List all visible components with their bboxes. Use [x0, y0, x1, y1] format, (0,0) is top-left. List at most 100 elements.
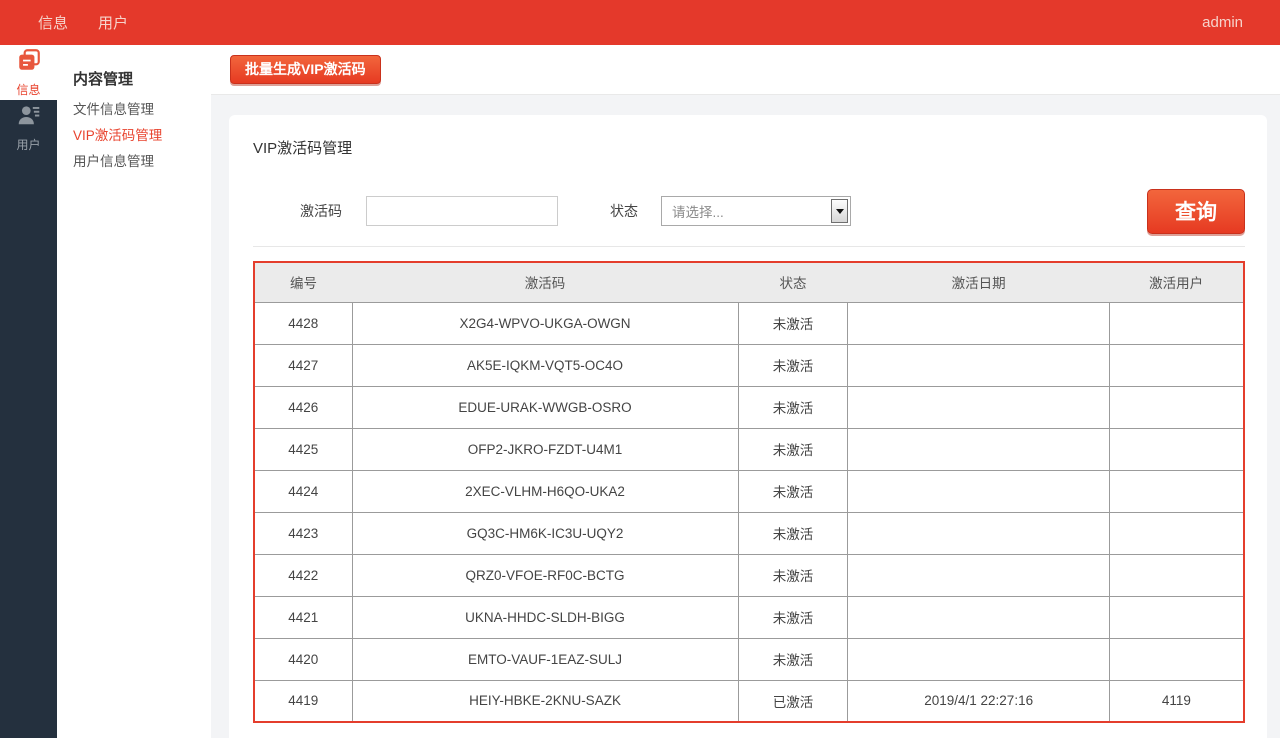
cell-status: 未激活	[738, 302, 848, 344]
cell-id: 4427	[254, 344, 352, 386]
cell-code: AK5E-IQKM-VQT5-OC4O	[352, 344, 738, 386]
cell-user	[1109, 470, 1244, 512]
cell-user: 4119	[1109, 680, 1244, 722]
icon-sidebar: 信息 用户	[0, 45, 57, 738]
documents-icon	[16, 47, 42, 78]
table-row: 4419HEIY-HBKE-2KNU-SAZK已激活2019/4/1 22:27…	[254, 680, 1244, 722]
main-content: VIP激活码管理 激活码 状态 请选择... 查询 编号激活码状态激活日期激活	[211, 95, 1280, 738]
cell-status: 未激活	[738, 428, 848, 470]
table-row: 4426EDUE-URAK-WWGB-OSRO未激活	[254, 386, 1244, 428]
filter-row: 激活码 状态 请选择... 查询	[253, 188, 1245, 234]
status-filter-label: 状态	[610, 201, 638, 221]
rail-item-label: 信息	[16, 81, 40, 98]
action-bar: 批量生成VIP激活码	[211, 45, 1280, 95]
cell-user	[1109, 344, 1244, 386]
column-header-id: 编号	[254, 262, 352, 302]
rail-item-label: 用户	[16, 136, 40, 153]
column-header-status: 状态	[738, 262, 848, 302]
cell-code: EMTO-VAUF-1EAZ-SULJ	[352, 638, 738, 680]
cell-id: 4422	[254, 554, 352, 596]
table-row: 4422QRZ0-VFOE-RF0C-BCTG未激活	[254, 554, 1244, 596]
cell-date	[848, 470, 1109, 512]
app-body: 信息 用户 内容管理 文件信息管理 VIP激活码管理 用户信息管理 批量生成VI…	[0, 45, 1280, 738]
cell-id: 4428	[254, 302, 352, 344]
table-row: 4427AK5E-IQKM-VQT5-OC4O未激活	[254, 344, 1244, 386]
cell-user	[1109, 512, 1244, 554]
column-header-date: 激活日期	[848, 262, 1109, 302]
table-row: 4425OFP2-JKRO-FZDT-U4M1未激活	[254, 428, 1244, 470]
cell-status: 未激活	[738, 344, 848, 386]
cell-status: 未激活	[738, 596, 848, 638]
cell-id: 4421	[254, 596, 352, 638]
cell-date	[848, 512, 1109, 554]
cell-status: 未激活	[738, 554, 848, 596]
table-header-row: 编号激活码状态激活日期激活用户	[254, 262, 1244, 302]
topbar: 信息 用户 admin	[0, 0, 1280, 45]
cell-id: 4423	[254, 512, 352, 554]
cell-user	[1109, 386, 1244, 428]
cell-user	[1109, 638, 1244, 680]
divider	[253, 246, 1245, 247]
cell-user	[1109, 596, 1244, 638]
cell-id: 4424	[254, 470, 352, 512]
cell-date: 2019/4/1 22:27:16	[848, 680, 1109, 722]
cell-date	[848, 302, 1109, 344]
cell-date	[848, 386, 1109, 428]
cell-date	[848, 344, 1109, 386]
cell-code: HEIY-HBKE-2KNU-SAZK	[352, 680, 738, 722]
table-row: 4420EMTO-VAUF-1EAZ-SULJ未激活	[254, 638, 1244, 680]
cell-status: 未激活	[738, 470, 848, 512]
sidebar-item-file-info[interactable]: 文件信息管理	[73, 103, 211, 117]
rail-item-user[interactable]: 用户	[0, 100, 57, 155]
table-row: 4428X2G4-WPVO-UKGA-OWGN未激活	[254, 302, 1244, 344]
content-sidebar: 内容管理 文件信息管理 VIP激活码管理 用户信息管理	[57, 45, 211, 738]
search-button[interactable]: 查询	[1147, 189, 1245, 234]
cell-user	[1109, 428, 1244, 470]
column-header-code: 激活码	[352, 262, 738, 302]
code-filter-input[interactable]	[366, 196, 558, 226]
cell-date	[848, 554, 1109, 596]
cell-id: 4419	[254, 680, 352, 722]
cell-code: GQ3C-HM6K-IC3U-UQY2	[352, 512, 738, 554]
topbar-item-info[interactable]: 信息	[23, 0, 83, 45]
table-row: 4423GQ3C-HM6K-IC3U-UQY2未激活	[254, 512, 1244, 554]
code-filter-label: 激活码	[300, 201, 342, 221]
rail-item-info[interactable]: 信息	[0, 45, 57, 100]
cell-date	[848, 596, 1109, 638]
table-body: 4428X2G4-WPVO-UKGA-OWGN未激活4427AK5E-IQKM-…	[254, 302, 1244, 722]
cell-id: 4426	[254, 386, 352, 428]
table-row: 44242XEC-VLHM-H6QO-UKA2未激活	[254, 470, 1244, 512]
topbar-nav: 信息 用户	[0, 0, 143, 45]
cell-date	[848, 638, 1109, 680]
table-row: 4421UKNA-HHDC-SLDH-BIGG未激活	[254, 596, 1244, 638]
main-area: 批量生成VIP激活码 VIP激活码管理 激活码 状态 请选择... 查询	[211, 45, 1280, 738]
vip-codes-panel: VIP激活码管理 激活码 状态 请选择... 查询 编号激活码状态激活日期激活	[229, 115, 1267, 738]
cell-code: OFP2-JKRO-FZDT-U4M1	[352, 428, 738, 470]
current-user[interactable]: admin	[1202, 14, 1243, 31]
status-select[interactable]: 请选择...	[661, 196, 851, 226]
panel-title: VIP激活码管理	[253, 137, 1245, 158]
chevron-down-icon[interactable]	[831, 199, 848, 223]
sidebar-item-user-info[interactable]: 用户信息管理	[73, 155, 211, 169]
cell-code: UKNA-HHDC-SLDH-BIGG	[352, 596, 738, 638]
cell-code: EDUE-URAK-WWGB-OSRO	[352, 386, 738, 428]
column-header-user: 激活用户	[1109, 262, 1244, 302]
cell-user	[1109, 554, 1244, 596]
cell-code: X2G4-WPVO-UKGA-OWGN	[352, 302, 738, 344]
cell-status: 未激活	[738, 386, 848, 428]
cell-status: 未激活	[738, 512, 848, 554]
user-icon	[16, 102, 42, 133]
status-select-value: 请选择...	[672, 201, 724, 221]
codes-table: 编号激活码状态激活日期激活用户 4428X2G4-WPVO-UKGA-OWGN未…	[253, 261, 1245, 723]
cell-code: 2XEC-VLHM-H6QO-UKA2	[352, 470, 738, 512]
batch-generate-button[interactable]: 批量生成VIP激活码	[230, 55, 381, 84]
cell-code: QRZ0-VFOE-RF0C-BCTG	[352, 554, 738, 596]
cell-status: 已激活	[738, 680, 848, 722]
sidebar-heading: 内容管理	[73, 68, 211, 89]
table-head: 编号激活码状态激活日期激活用户	[254, 262, 1244, 302]
cell-user	[1109, 302, 1244, 344]
sidebar-item-vip-codes[interactable]: VIP激活码管理	[73, 129, 211, 143]
topbar-item-user[interactable]: 用户	[83, 0, 143, 45]
cell-date	[848, 428, 1109, 470]
cell-status: 未激活	[738, 638, 848, 680]
